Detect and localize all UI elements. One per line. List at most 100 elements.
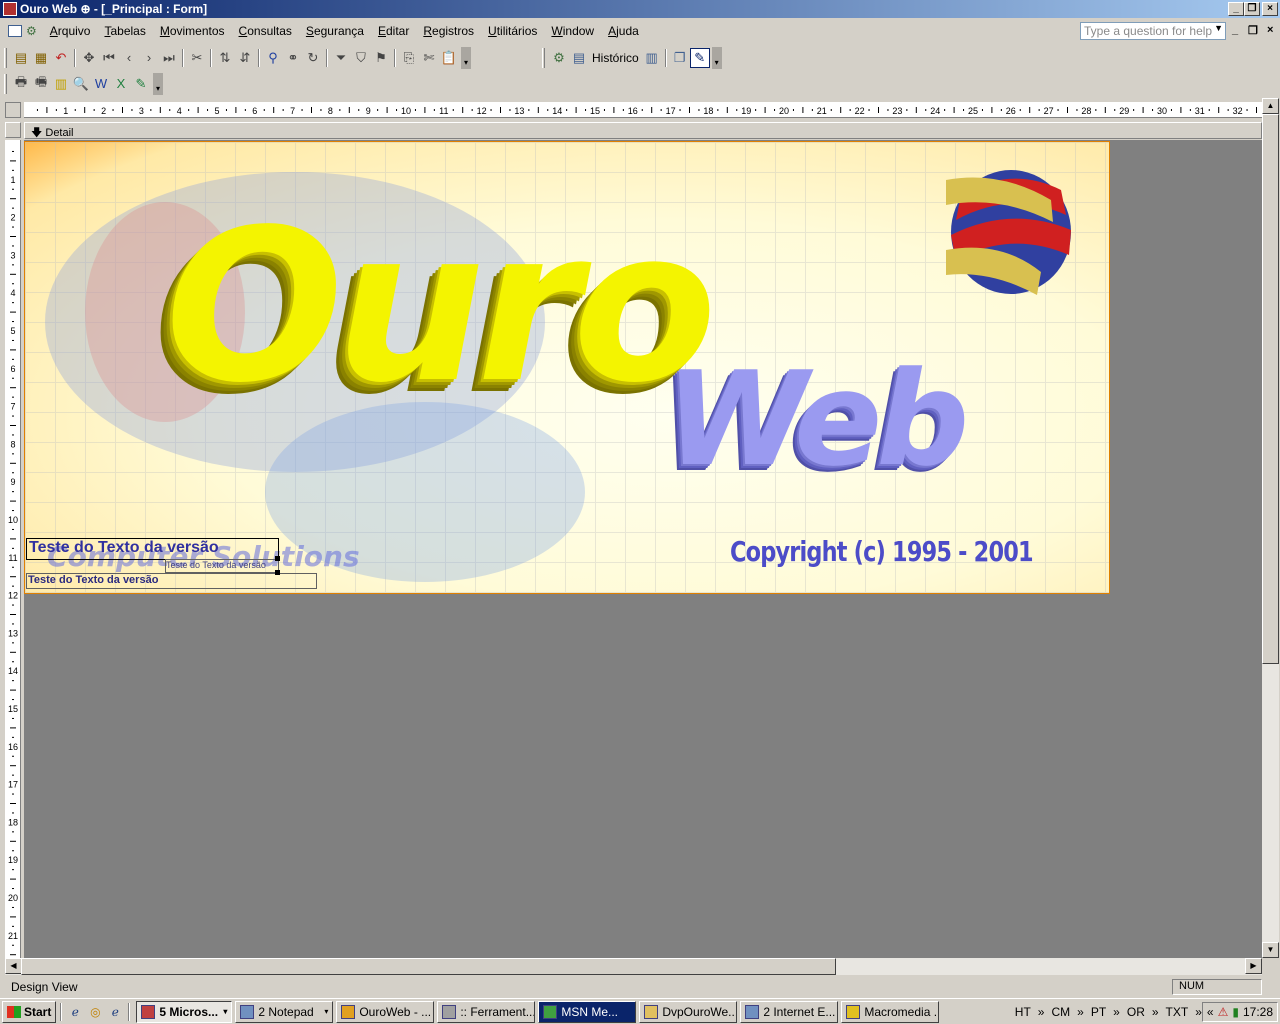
outlook-icon[interactable]: ◎	[85, 1002, 105, 1022]
toolbar-txt[interactable]: TXT	[1159, 1005, 1196, 1019]
menu-arquivo[interactable]: Arquivo	[43, 24, 98, 38]
splash-image[interactable]: Ouro Web Computer Solutions Copyright (c…	[24, 141, 1110, 594]
chevron-icon[interactable]: »	[1152, 1005, 1159, 1019]
filter-icon[interactable]: ⏷	[331, 48, 351, 68]
toolbar-or[interactable]: OR	[1120, 1005, 1152, 1019]
title-bar: Ouro Web ⊕ - [_Principal : Form] _ ❐ ×	[0, 0, 1280, 18]
datasheet-icon[interactable]: ▦	[31, 48, 51, 68]
close-button[interactable]: ×	[1262, 2, 1278, 16]
menu-seguranca[interactable]: Segurança	[299, 24, 371, 38]
chevron-icon[interactable]: »	[1195, 1005, 1202, 1019]
ie-icon[interactable]: ℯ	[65, 1002, 85, 1022]
historico-button[interactable]: Histórico	[589, 51, 642, 65]
move-icon[interactable]: ✥	[79, 48, 99, 68]
toolbar-options-icon[interactable]: ▾	[153, 72, 163, 95]
sort-ascending-icon[interactable]: ⇅	[215, 48, 235, 68]
version-label-selected[interactable]: Teste do Texto da versão	[26, 573, 317, 589]
task-microsoft-access[interactable]: 5 Micros... ▾	[136, 1000, 233, 1023]
scroll-down-arrow-icon[interactable]: ▼	[1262, 942, 1279, 958]
design-view-icon[interactable]: ✎	[689, 47, 710, 68]
detail-section-bar[interactable]: 🡇 Detail	[24, 122, 1262, 139]
menu-consultas[interactable]: Consultas	[232, 24, 299, 38]
sort-descending-icon[interactable]: ⇵	[235, 48, 255, 68]
restore-button[interactable]: ❐	[1244, 2, 1260, 16]
version-label-large[interactable]: Teste do Texto da versão	[26, 538, 279, 560]
menu-utilitarios[interactable]: Utilitários	[481, 24, 544, 38]
menu-ajuda[interactable]: Ajuda	[601, 24, 646, 38]
cut-icon[interactable]: ✄	[419, 48, 439, 68]
menu-window[interactable]: Window	[544, 24, 601, 38]
first-record-icon[interactable]: ⏮	[99, 48, 119, 68]
browser-icon[interactable]: ℯ	[105, 1002, 125, 1022]
mdi-minimize-button[interactable]: _	[1232, 24, 1238, 36]
undo-icon[interactable]: ↶	[51, 48, 71, 68]
remove-filter-icon[interactable]: ⚑	[371, 48, 391, 68]
clock[interactable]: 17:28	[1243, 1005, 1273, 1019]
help-search-input[interactable]: Type a question for help ▼	[1080, 22, 1226, 40]
access-app-icon[interactable]	[3, 2, 17, 16]
version-label-small[interactable]: Teste do Texto da versão	[165, 559, 279, 573]
start-button[interactable]: Start	[2, 1000, 57, 1023]
toolbar-pt[interactable]: PT	[1084, 1005, 1113, 1019]
last-record-icon[interactable]: ⏭	[159, 48, 179, 68]
chevron-down-icon[interactable]: ▼	[1214, 23, 1223, 33]
vertical-scrollbar[interactable]: ▲ ▼	[1262, 98, 1279, 958]
delete-icon[interactable]: ✂	[187, 48, 207, 68]
form-selector[interactable]	[5, 122, 21, 138]
task-dvpouroweb[interactable]: DvpOuroWe...	[639, 1000, 738, 1023]
task-msn-messenger[interactable]: MSN Me...	[538, 1000, 637, 1023]
toolbar-ht[interactable]: HT	[1008, 1005, 1038, 1019]
horizontal-scrollbar[interactable]: ◀ ▶	[5, 958, 1262, 975]
print-icon[interactable]: 🖶	[11, 74, 31, 94]
save-icon[interactable]: ▤	[11, 48, 31, 68]
copy-icon[interactable]: ⎘	[399, 48, 419, 68]
toolbar-options-icon[interactable]: ▾	[461, 46, 471, 69]
filter-selection-icon[interactable]: ⛉	[351, 48, 371, 68]
paste-icon[interactable]: 📋	[439, 48, 459, 68]
chevron-icon[interactable]: »	[1077, 1005, 1084, 1019]
report-icon[interactable]: ▥	[642, 48, 662, 68]
horizontal-scroll-thumb[interactable]	[21, 958, 836, 975]
expand-tray-icon[interactable]: «	[1207, 1005, 1214, 1019]
menu-registros[interactable]: Registros	[416, 24, 481, 38]
menu-movimentos[interactable]: Movimentos	[153, 24, 232, 38]
next-record-icon[interactable]: ›	[139, 48, 159, 68]
menu-tabelas[interactable]: Tabelas	[97, 24, 152, 38]
windows-icon[interactable]: ❐	[670, 48, 690, 68]
minimize-button[interactable]: _	[1228, 2, 1244, 16]
refresh-icon[interactable]: ↻	[303, 48, 323, 68]
task-internet-explorer[interactable]: 2 Internet E...▾	[740, 1000, 839, 1023]
historico-icon[interactable]: ▤	[569, 48, 589, 68]
mdi-close-button[interactable]: ×	[1267, 24, 1273, 36]
previous-record-icon[interactable]: ‹	[119, 48, 139, 68]
task-ferramentas[interactable]: :: Ferrament...	[437, 1000, 536, 1023]
search-icon[interactable]: 🔍	[71, 74, 91, 94]
table-icon[interactable]: ▥	[51, 74, 71, 94]
scroll-right-arrow-icon[interactable]: ▶	[1245, 958, 1262, 974]
excel-icon[interactable]: X	[111, 74, 131, 94]
scroll-left-arrow-icon[interactable]: ◀	[5, 958, 22, 974]
menu-editar[interactable]: Editar	[371, 24, 416, 38]
gear-icon[interactable]: ⚙	[26, 24, 37, 38]
resize-handle[interactable]	[275, 556, 280, 561]
word-icon[interactable]: W	[91, 74, 111, 94]
battery-icon[interactable]: ▮	[1232, 1005, 1239, 1019]
network-icon[interactable]: ⚠	[1218, 1005, 1229, 1019]
form-icon[interactable]	[8, 25, 22, 37]
gear-icon[interactable]: ⚙	[549, 48, 569, 68]
print-preview-icon[interactable]: 🖷	[31, 74, 51, 94]
toolbar-options-icon[interactable]: ▾	[711, 46, 722, 69]
task-ouroweb[interactable]: OuroWeb - ...	[336, 1000, 435, 1023]
toolbar-cm[interactable]: CM	[1044, 1005, 1077, 1019]
chevron-icon[interactable]: »	[1038, 1005, 1045, 1019]
mdi-restore-button[interactable]: ❐	[1248, 24, 1258, 37]
analyze-icon[interactable]: ✎	[131, 74, 151, 94]
task-notepad[interactable]: 2 Notepad ▾	[235, 1000, 334, 1023]
task-macromedia[interactable]: Macromedia ...	[841, 1000, 940, 1023]
replace-icon[interactable]: ⚭	[283, 48, 303, 68]
scroll-up-arrow-icon[interactable]: ▲	[1262, 98, 1279, 114]
resize-handle[interactable]	[275, 570, 280, 575]
vertical-scroll-thumb[interactable]	[1262, 114, 1279, 664]
chevron-icon[interactable]: »	[1113, 1005, 1120, 1019]
find-icon[interactable]: ⚲	[263, 48, 283, 68]
